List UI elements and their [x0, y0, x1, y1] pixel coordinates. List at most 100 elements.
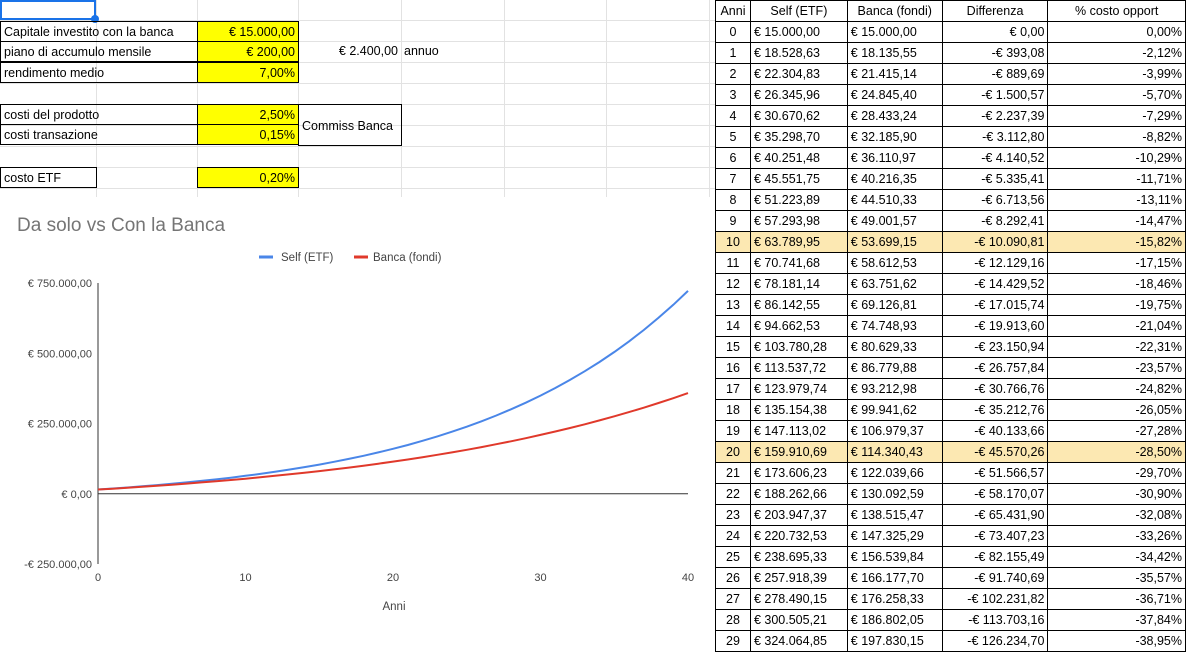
- year-cell[interactable]: 23: [715, 504, 751, 526]
- bank-cell[interactable]: € 186.802,05: [846, 609, 943, 631]
- diff-cell[interactable]: -€ 10.090,81: [941, 231, 1049, 253]
- header-costo-opport[interactable]: % costo opport: [1047, 0, 1186, 22]
- self-cell[interactable]: € 113.537,72: [749, 357, 848, 379]
- bank-cell[interactable]: € 58.612,53: [846, 252, 943, 274]
- year-cell[interactable]: 29: [715, 630, 751, 652]
- self-cell[interactable]: € 135.154,38: [749, 399, 848, 421]
- year-cell[interactable]: 11: [715, 252, 751, 274]
- product-cost-value[interactable]: 2,50%: [197, 104, 299, 125]
- self-cell[interactable]: € 147.113,02: [749, 420, 848, 442]
- diff-cell[interactable]: -€ 65.431,90: [941, 504, 1049, 526]
- diff-cell[interactable]: -€ 26.757,84: [941, 357, 1049, 379]
- bank-cell[interactable]: € 197.830,15: [846, 630, 943, 652]
- self-cell[interactable]: € 94.662,53: [749, 315, 848, 337]
- header-anni[interactable]: Anni: [715, 0, 751, 22]
- self-cell[interactable]: € 86.142,55: [749, 294, 848, 316]
- selected-cell[interactable]: [0, 0, 96, 20]
- return-value[interactable]: 7,00%: [197, 62, 299, 83]
- self-cell[interactable]: € 278.490,15: [749, 588, 848, 610]
- bank-cell[interactable]: € 69.126,81: [846, 294, 943, 316]
- year-cell[interactable]: 15: [715, 336, 751, 358]
- year-cell[interactable]: 25: [715, 546, 751, 568]
- year-cell[interactable]: 27: [715, 588, 751, 610]
- self-cell[interactable]: € 35.298,70: [749, 126, 848, 148]
- diff-cell[interactable]: -€ 5.335,41: [941, 168, 1049, 190]
- series-line-self[interactable]: [97, 290, 689, 491]
- bank-cell[interactable]: € 53.699,15: [846, 231, 943, 253]
- diff-cell[interactable]: -€ 889,69: [941, 63, 1049, 85]
- bank-cell[interactable]: € 106.979,37: [846, 420, 943, 442]
- pac-annual-value[interactable]: € 2.400,00: [300, 41, 401, 62]
- bank-cell[interactable]: € 63.751,62: [846, 273, 943, 295]
- self-cell[interactable]: € 15.000,00: [749, 21, 848, 43]
- self-cell[interactable]: € 18.528,63: [749, 42, 848, 64]
- diff-cell[interactable]: -€ 2.237,39: [941, 105, 1049, 127]
- self-cell[interactable]: € 22.304,83: [749, 63, 848, 85]
- etf-cost-value[interactable]: 0,20%: [197, 167, 299, 188]
- self-cell[interactable]: € 238.695,33: [749, 546, 848, 568]
- bank-cell[interactable]: € 114.340,43: [846, 441, 943, 463]
- year-cell[interactable]: 20: [715, 441, 751, 463]
- bank-cell[interactable]: € 86.779,88: [846, 357, 943, 379]
- pct-cell[interactable]: -33,26%: [1047, 525, 1186, 547]
- pac-label[interactable]: piano di accumulo mensile: [0, 41, 198, 62]
- bank-cell[interactable]: € 18.135,55: [846, 42, 943, 64]
- diff-cell[interactable]: -€ 3.112,80: [941, 126, 1049, 148]
- self-cell[interactable]: € 300.505,21: [749, 609, 848, 631]
- self-cell[interactable]: € 203.947,37: [749, 504, 848, 526]
- pct-cell[interactable]: -27,28%: [1047, 420, 1186, 442]
- self-cell[interactable]: € 45.551,75: [749, 168, 848, 190]
- diff-cell[interactable]: € 0,00: [941, 21, 1049, 43]
- year-cell[interactable]: 21: [715, 462, 751, 484]
- self-cell[interactable]: € 257.918,39: [749, 567, 848, 589]
- self-cell[interactable]: € 173.606,23: [749, 462, 848, 484]
- diff-cell[interactable]: -€ 82.155,49: [941, 546, 1049, 568]
- bank-cell[interactable]: € 28.433,24: [846, 105, 943, 127]
- year-cell[interactable]: 10: [715, 231, 751, 253]
- pct-cell[interactable]: -3,99%: [1047, 63, 1186, 85]
- diff-cell[interactable]: -€ 35.212,76: [941, 399, 1049, 421]
- pct-cell[interactable]: -34,42%: [1047, 546, 1186, 568]
- header-self[interactable]: Self (ETF): [749, 0, 848, 22]
- diff-cell[interactable]: -€ 4.140,52: [941, 147, 1049, 169]
- diff-cell[interactable]: -€ 30.766,76: [941, 378, 1049, 400]
- bank-cell[interactable]: € 176.258,33: [846, 588, 943, 610]
- year-cell[interactable]: 4: [715, 105, 751, 127]
- capital-value[interactable]: € 15.000,00: [197, 21, 299, 42]
- pct-cell[interactable]: -15,82%: [1047, 231, 1186, 253]
- self-cell[interactable]: € 220.732,53: [749, 525, 848, 547]
- diff-cell[interactable]: -€ 45.570,26: [941, 441, 1049, 463]
- diff-cell[interactable]: -€ 6.713,56: [941, 189, 1049, 211]
- bank-cell[interactable]: € 99.941,62: [846, 399, 943, 421]
- year-cell[interactable]: 16: [715, 357, 751, 379]
- pct-cell[interactable]: -29,70%: [1047, 462, 1186, 484]
- bank-cell[interactable]: € 147.325,29: [846, 525, 943, 547]
- transaction-cost-value[interactable]: 0,15%: [197, 124, 299, 145]
- pct-cell[interactable]: -11,71%: [1047, 168, 1186, 190]
- transaction-cost-label[interactable]: costi transazione: [0, 124, 198, 145]
- bank-cell[interactable]: € 130.092,59: [846, 483, 943, 505]
- pct-cell[interactable]: -7,29%: [1047, 105, 1186, 127]
- pct-cell[interactable]: -5,70%: [1047, 84, 1186, 106]
- self-cell[interactable]: € 78.181,14: [749, 273, 848, 295]
- bank-cell[interactable]: € 24.845,40: [846, 84, 943, 106]
- bank-cell[interactable]: € 32.185,90: [846, 126, 943, 148]
- self-cell[interactable]: € 70.741,68: [749, 252, 848, 274]
- diff-cell[interactable]: -€ 12.129,16: [941, 252, 1049, 274]
- year-cell[interactable]: 28: [715, 609, 751, 631]
- year-cell[interactable]: 13: [715, 294, 751, 316]
- diff-cell[interactable]: -€ 113.703,16: [941, 609, 1049, 631]
- pac-annual-label[interactable]: annuo: [401, 41, 461, 62]
- year-cell[interactable]: 19: [715, 420, 751, 442]
- year-cell[interactable]: 5: [715, 126, 751, 148]
- pct-cell[interactable]: -37,84%: [1047, 609, 1186, 631]
- year-cell[interactable]: 12: [715, 273, 751, 295]
- return-label[interactable]: rendimento medio: [0, 62, 198, 83]
- pct-cell[interactable]: -28,50%: [1047, 441, 1186, 463]
- pct-cell[interactable]: -36,71%: [1047, 588, 1186, 610]
- year-cell[interactable]: 0: [715, 21, 751, 43]
- year-cell[interactable]: 8: [715, 189, 751, 211]
- year-cell[interactable]: 3: [715, 84, 751, 106]
- pct-cell[interactable]: -14,47%: [1047, 210, 1186, 232]
- self-cell[interactable]: € 103.780,28: [749, 336, 848, 358]
